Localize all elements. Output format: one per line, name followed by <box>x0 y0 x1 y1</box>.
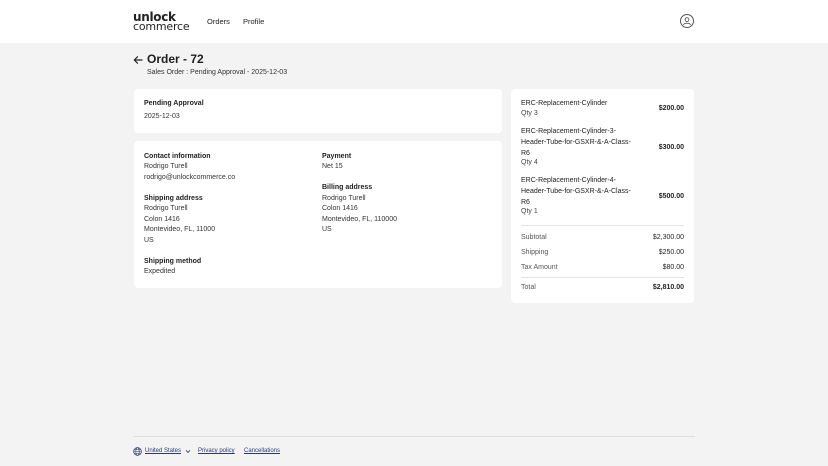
order-subtitle: Sales Order : Pending Approval - 2025-12… <box>147 69 288 76</box>
subtotal-label: Subtotal <box>521 234 547 241</box>
line-item-name-line: R6 <box>521 149 530 157</box>
globe-icon <box>133 447 142 456</box>
payment-terms: Net 15 <box>322 163 343 170</box>
line-item-name-line: Header-Tube-for-GSXR-&-A-Class- <box>521 138 631 146</box>
summary-divider <box>521 225 684 226</box>
line-item-name: ERC-Replacement-Cylinder <box>521 99 643 110</box>
shipping-method-value: Expedited <box>144 268 176 275</box>
chevron-down-icon[interactable] <box>185 449 191 454</box>
line-item-price: $300.00 <box>658 144 684 151</box>
total-value: $2,810.00 <box>652 284 684 291</box>
billing-name: Rodrigo Turell <box>322 195 366 202</box>
payment-heading: Payment <box>322 153 352 160</box>
order-status-date: 2025-12-03 <box>144 113 180 120</box>
contact-name: Rodrigo Turell <box>144 163 188 170</box>
billing-address-heading: Billing address <box>322 184 373 191</box>
logo-line-2: commerce <box>133 20 190 33</box>
privacy-policy-link[interactable]: Privacy policy <box>198 448 235 454</box>
shipping-address-heading: Shipping address <box>144 195 203 202</box>
line-item-name-line: ERC-Replacement-Cylinder-4- <box>521 177 616 184</box>
line-item-name-line: ERC-Replacement-Cylinder <box>521 100 608 107</box>
summary-divider <box>521 277 684 278</box>
nav-profile-link[interactable]: Profile <box>243 17 264 26</box>
back-arrow-icon[interactable] <box>133 55 143 65</box>
order-details-card: Contact information Rodrigo Turell rodri… <box>134 141 502 288</box>
cancellations-link[interactable]: Cancellations <box>244 448 280 454</box>
line-item-name: ERC-Replacement-Cylinder-3- Header-Tube-… <box>521 127 643 159</box>
top-navigation-bar: unlock commerce Orders Profile <box>0 0 828 43</box>
shipping-line1: Colon 1416 <box>144 216 180 223</box>
shipping-method-heading: Shipping method <box>144 258 202 265</box>
billing-line2: Montevideo, FL, 110000 <box>322 216 397 223</box>
contact-information-heading: Contact information <box>144 153 211 160</box>
order-status: Pending Approval <box>144 100 204 107</box>
line-item-name-line: Header-Tube-for-GSXR-&-A-Class- <box>521 187 631 195</box>
user-circle-icon <box>683 17 691 26</box>
nav-orders-link[interactable]: Orders <box>207 17 230 26</box>
line-item-qty: Qty 4 <box>521 159 538 166</box>
line-item-qty: Qty 3 <box>521 110 538 117</box>
order-title: Order - 72 <box>147 52 204 66</box>
user-avatar-button[interactable] <box>680 14 694 28</box>
line-item-name-line: R6 <box>521 198 530 206</box>
billing-line1: Colon 1416 <box>322 205 358 212</box>
subtotal-value: $2,300.00 <box>652 234 684 241</box>
shipping-country: US <box>144 237 154 244</box>
line-item-qty: Qty 1 <box>521 208 538 215</box>
line-item-price: $200.00 <box>658 105 684 112</box>
order-status-card: Pending Approval 2025-12-03 <box>134 89 502 133</box>
line-item-name-line: ERC-Replacement-Cylinder-3- <box>521 128 616 135</box>
line-item-name: ERC-Replacement-Cylinder-4- Header-Tube-… <box>521 176 643 208</box>
tax-amount-value: $80.00 <box>662 264 684 271</box>
tax-amount-label: Tax Amount <box>521 264 558 271</box>
billing-country: US <box>322 226 332 233</box>
shipping-cost-value: $250.00 <box>658 249 684 256</box>
total-label: Total <box>521 284 536 291</box>
footer-divider <box>133 436 695 437</box>
contact-email: rodrigo@unlockcommerce.co <box>144 174 236 181</box>
line-item-price: $500.00 <box>658 193 684 200</box>
unlock-commerce-logo[interactable]: unlock commerce <box>133 11 191 33</box>
shipping-name: Rodrigo Turell <box>144 205 188 212</box>
shipping-line2: Montevideo, FL, 11000 <box>144 226 216 233</box>
region-selector[interactable]: United States <box>145 448 181 454</box>
shipping-cost-label: Shipping <box>521 249 549 256</box>
order-summary-card: ERC-Replacement-Cylinder Qty 3 $200.00 E… <box>511 89 694 303</box>
